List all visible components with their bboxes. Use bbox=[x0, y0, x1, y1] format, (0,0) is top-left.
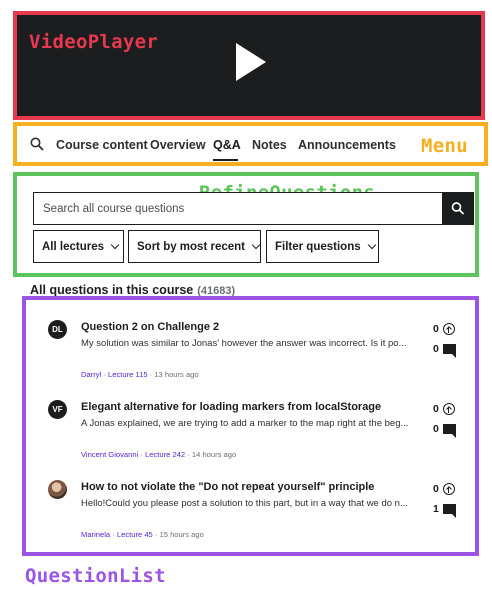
play-icon[interactable] bbox=[236, 43, 266, 81]
question-body: My solution was similar to Jonas' howeve… bbox=[81, 338, 407, 349]
question-search-input[interactable]: Search all course questions bbox=[33, 192, 442, 225]
video-player[interactable]: VideoPlayer bbox=[13, 11, 485, 120]
question-lecture[interactable]: Lecture 242 bbox=[145, 450, 185, 459]
chevron-down-icon bbox=[110, 240, 120, 249]
upvote-number: 0 bbox=[433, 323, 439, 335]
question-list-annotation: QuestionList bbox=[25, 565, 166, 587]
questions-heading: All questions in this course (41683) bbox=[30, 283, 235, 297]
search-placeholder: Search all course questions bbox=[43, 203, 185, 215]
question-meta: Darryl · Lecture 115 · 13 hours ago bbox=[81, 370, 199, 379]
reply-count: 0 bbox=[433, 343, 456, 358]
chevron-down-icon bbox=[251, 240, 261, 249]
question-title[interactable]: Question 2 on Challenge 2 bbox=[81, 321, 219, 333]
question-lecture[interactable]: Lecture 115 bbox=[108, 370, 148, 379]
tab-qa[interactable]: Q&A bbox=[213, 138, 241, 152]
upvote-count: 0 bbox=[433, 323, 455, 335]
question-meta: Marinela · Lecture 45 · 15 hours ago bbox=[81, 530, 204, 539]
tab-notes[interactable]: Notes bbox=[252, 138, 287, 152]
tab-announcements[interactable]: Announcements bbox=[298, 138, 396, 152]
chevron-down-icon bbox=[367, 240, 376, 249]
menu-section: Course content Overview Q&A Notes Announ… bbox=[13, 122, 488, 166]
avatar: VF bbox=[48, 400, 67, 419]
reply-number: 0 bbox=[433, 423, 439, 435]
tab-overview[interactable]: Overview bbox=[150, 138, 206, 152]
message-icon bbox=[442, 344, 456, 358]
question-author[interactable]: Vincent Giovanni bbox=[81, 450, 138, 459]
question-body: Hello!Could you please post a solution t… bbox=[81, 498, 408, 509]
message-icon bbox=[442, 424, 456, 438]
sort-label: Sort by most recent bbox=[137, 240, 245, 253]
upvote-number: 0 bbox=[433, 483, 439, 495]
avatar bbox=[48, 480, 67, 499]
question-item[interactable]: VF Elegant alternative for loading marke… bbox=[44, 380, 464, 459]
menu-annotation: Menu bbox=[421, 135, 468, 157]
question-time: 13 hours ago bbox=[154, 370, 199, 379]
video-player-annotation: VideoPlayer bbox=[29, 31, 159, 53]
reply-number: 0 bbox=[433, 343, 439, 355]
question-meta: Vincent Giovanni · Lecture 242 · 14 hour… bbox=[81, 450, 237, 459]
question-body: A Jonas explained, we are trying to add … bbox=[81, 418, 409, 429]
question-author[interactable]: Marinela bbox=[81, 530, 110, 539]
upvote-number: 0 bbox=[433, 403, 439, 415]
question-time: 14 hours ago bbox=[191, 450, 237, 459]
upvote-icon[interactable] bbox=[442, 483, 455, 495]
refine-questions-section: RefineQuestions Search all course questi… bbox=[13, 172, 479, 277]
reply-number: 1 bbox=[433, 503, 439, 515]
reply-count: 0 bbox=[433, 423, 456, 438]
lecture-filter-dropdown[interactable]: All lectures bbox=[33, 230, 124, 263]
question-item[interactable]: How to not violate the "Do not repeat yo… bbox=[44, 460, 464, 539]
upvote-icon[interactable] bbox=[442, 403, 455, 415]
upvote-icon[interactable] bbox=[442, 323, 455, 335]
upvote-count: 0 bbox=[433, 483, 455, 495]
question-lecture[interactable]: Lecture 45 bbox=[117, 530, 153, 539]
questions-heading-title: All questions in this course bbox=[30, 283, 194, 297]
upvote-count: 0 bbox=[433, 403, 455, 415]
question-title[interactable]: How to not violate the "Do not repeat yo… bbox=[81, 481, 374, 493]
search-icon bbox=[451, 202, 464, 215]
question-author[interactable]: Darryl bbox=[81, 370, 101, 379]
sort-dropdown[interactable]: Sort by most recent bbox=[128, 230, 261, 263]
question-time: 15 hours ago bbox=[159, 530, 204, 539]
question-filter-dropdown[interactable]: Filter questions bbox=[266, 230, 379, 263]
search-submit-button[interactable] bbox=[442, 192, 474, 225]
message-icon bbox=[442, 504, 456, 518]
question-filter-label: Filter questions bbox=[275, 240, 361, 253]
reply-count: 1 bbox=[433, 503, 456, 518]
lecture-filter-label: All lectures bbox=[42, 240, 104, 253]
active-tab-indicator bbox=[213, 159, 238, 161]
search-icon[interactable] bbox=[29, 136, 45, 152]
question-item[interactable]: DL Question 2 on Challenge 2 My solution… bbox=[44, 300, 464, 379]
avatar: DL bbox=[48, 320, 67, 339]
tab-course-content[interactable]: Course content bbox=[56, 138, 148, 152]
question-title[interactable]: Elegant alternative for loading markers … bbox=[81, 401, 381, 413]
question-list: DL Question 2 on Challenge 2 My solution… bbox=[22, 296, 479, 556]
